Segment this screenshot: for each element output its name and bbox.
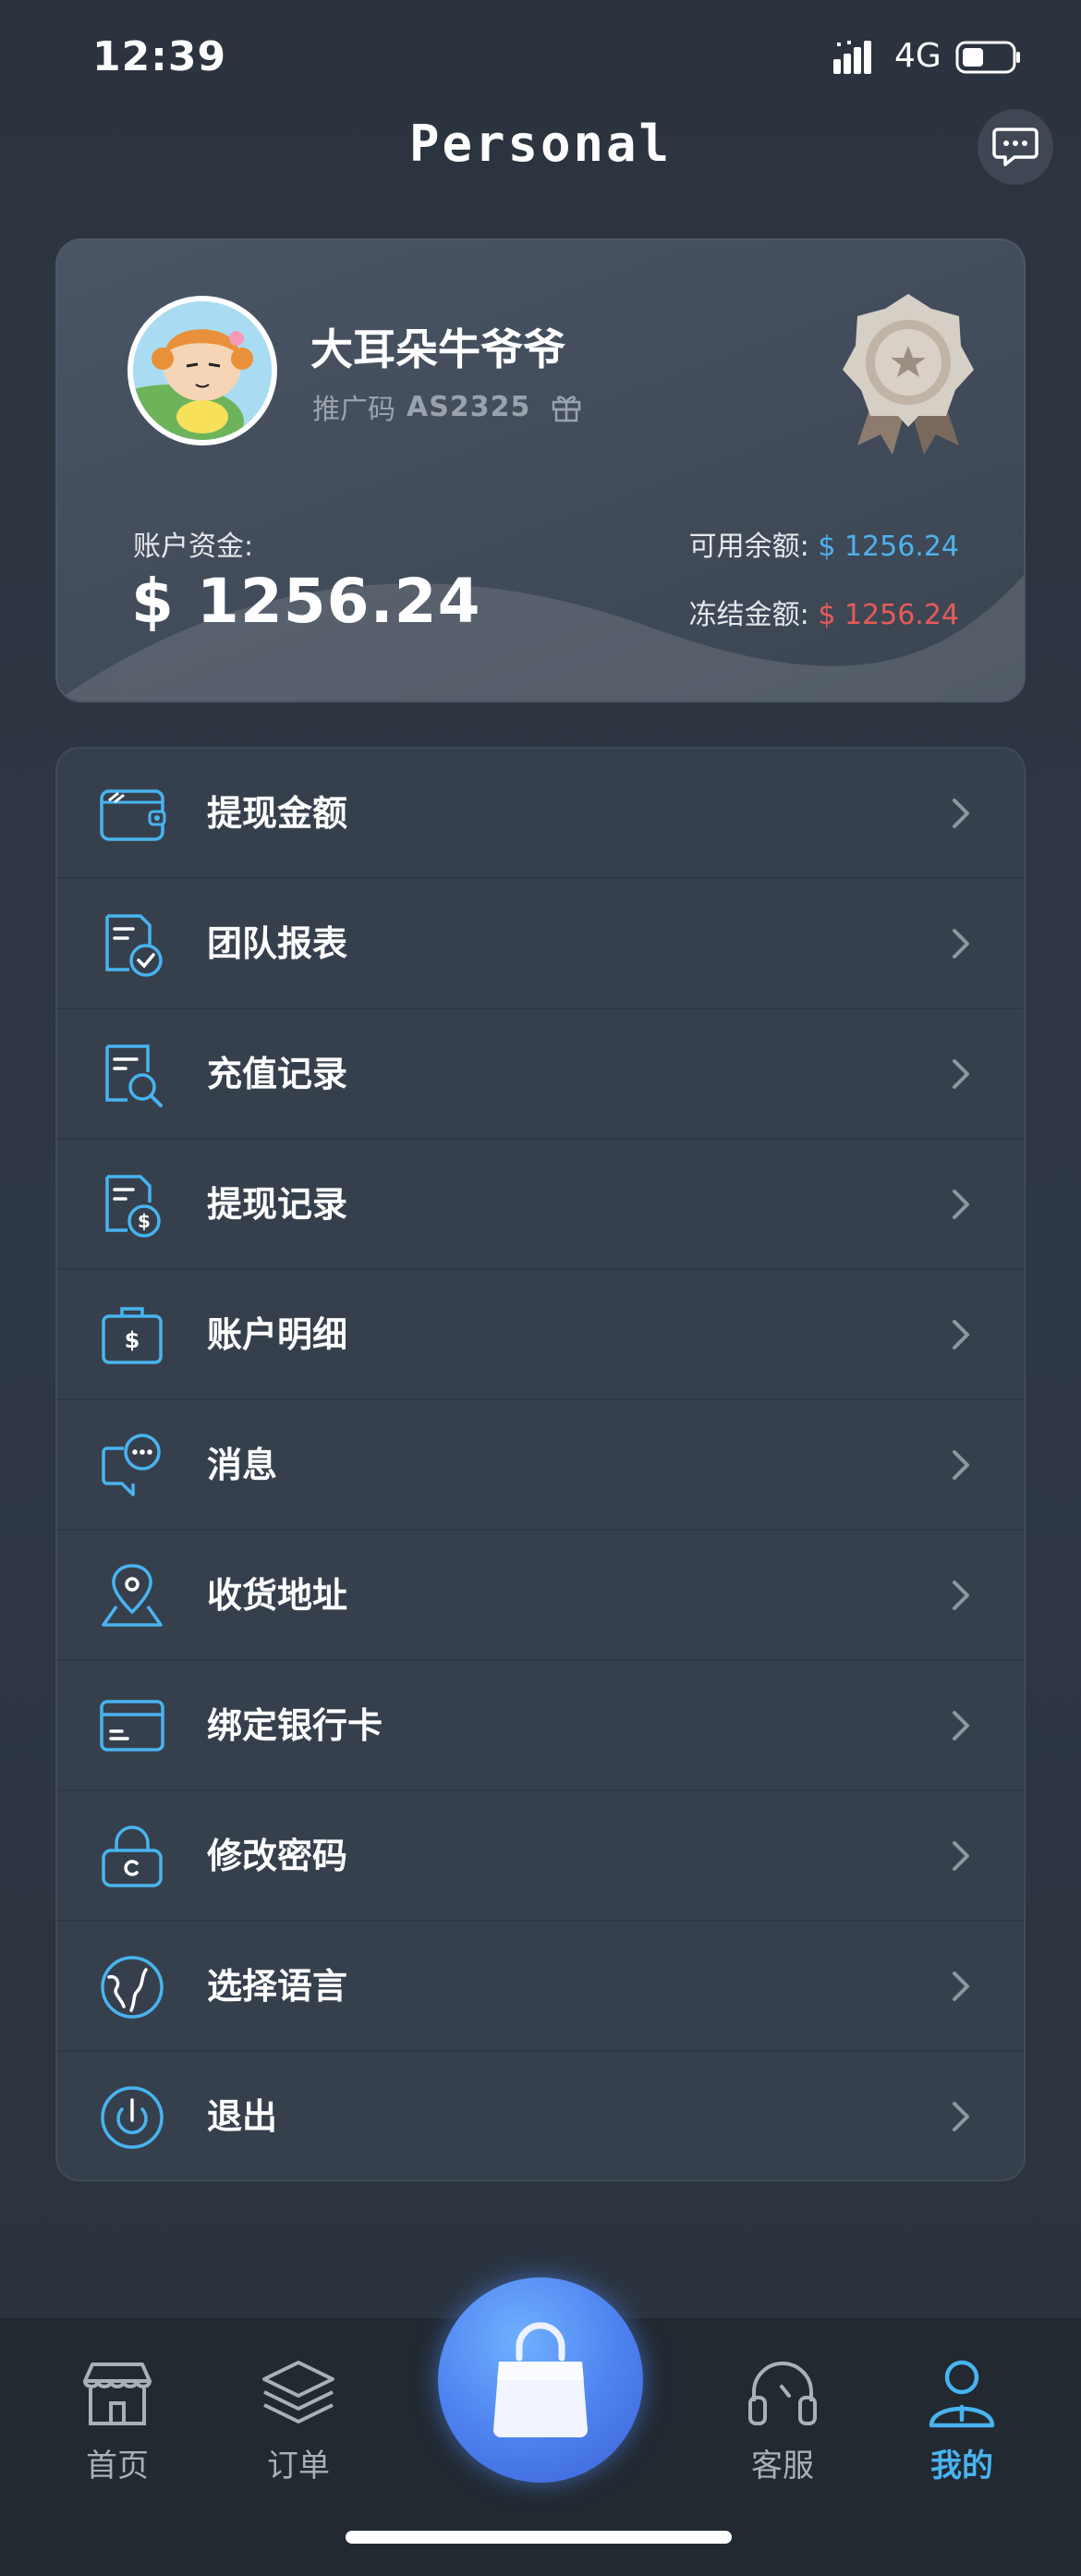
globe-icon bbox=[101, 1956, 164, 2019]
report-check-icon bbox=[105, 914, 163, 977]
bank-card-icon bbox=[100, 1700, 164, 1752]
menu-label: 选择语言 bbox=[207, 1966, 348, 2007]
promo-code-row: 推广码 AS2325 bbox=[312, 386, 582, 427]
menu-item-shipping-address[interactable]: 收货地址 bbox=[57, 1531, 1024, 1661]
frozen-balance-value: $ 1256.24 bbox=[818, 599, 959, 631]
search-record-icon bbox=[105, 1044, 163, 1107]
avatar-cartoon-image bbox=[133, 301, 272, 440]
svg-text:$: $ bbox=[138, 1210, 151, 1232]
menu-label: 提现记录 bbox=[207, 1184, 348, 1225]
personal-page: 12:39 4G Personal 大耳朵牛爷爷 推广码 AS2325 账户资金… bbox=[0, 0, 1081, 2576]
chevron-right-icon bbox=[953, 2102, 969, 2131]
gift-icon[interactable] bbox=[551, 391, 582, 422]
menu-label: 退出 bbox=[207, 2096, 278, 2137]
nav-orders-label: 订单 bbox=[267, 2448, 330, 2484]
menu-item-select-language[interactable]: 选择语言 bbox=[57, 1922, 1024, 2052]
user-name: 大耳朵牛爷爷 bbox=[310, 324, 565, 374]
nav-mine[interactable]: 我的 bbox=[902, 2355, 1022, 2485]
shopping-bag-icon bbox=[493, 2322, 588, 2437]
store-icon bbox=[83, 2362, 152, 2425]
nav-service-label: 客服 bbox=[751, 2448, 814, 2484]
status-bar: 12:39 4G bbox=[0, 0, 1081, 120]
page-title: Personal bbox=[408, 115, 673, 173]
menu-item-bind-bank-card[interactable]: 绑定银行卡 bbox=[57, 1661, 1024, 1791]
nav-orders[interactable]: 订单 bbox=[238, 2355, 358, 2485]
account-dollar-icon: $ bbox=[102, 1307, 163, 1364]
dollar-record-icon: $ bbox=[105, 1175, 161, 1238]
nav-home[interactable]: 首页 bbox=[57, 2355, 177, 2485]
battery-icon bbox=[955, 41, 1020, 74]
chat-bubble-icon bbox=[992, 128, 1038, 166]
chevron-right-icon bbox=[953, 929, 969, 958]
menu-label: 收货地址 bbox=[207, 1575, 348, 1616]
chevron-right-icon bbox=[953, 799, 969, 828]
menu-item-change-password[interactable]: 修改密码 bbox=[57, 1791, 1024, 1922]
available-balance-row: 可用余额: $ 1256.24 bbox=[689, 523, 959, 564]
menu-label: 提现金额 bbox=[207, 793, 348, 834]
frozen-balance-row: 冻结金额: $ 1256.24 bbox=[689, 592, 959, 632]
chat-button[interactable] bbox=[978, 109, 1053, 185]
chevron-right-icon bbox=[953, 1190, 969, 1219]
menu-item-withdraw-record[interactable]: $ 提现记录 bbox=[57, 1140, 1024, 1270]
signal-icon bbox=[833, 41, 871, 74]
chevron-right-icon bbox=[953, 1320, 969, 1349]
chevron-right-icon bbox=[953, 1972, 969, 2001]
menu-item-recharge-record[interactable]: 充值记录 bbox=[57, 1009, 1024, 1140]
menu-item-withdraw-amount[interactable]: 提现金额 bbox=[57, 749, 1024, 879]
promo-label: 推广码 bbox=[312, 394, 395, 426]
chevron-right-icon bbox=[953, 1059, 969, 1089]
account-funds-label: 账户资金: bbox=[133, 531, 254, 563]
chevron-right-icon bbox=[953, 1581, 969, 1610]
menu-label: 绑定银行卡 bbox=[207, 1705, 383, 1746]
menu-label: 团队报表 bbox=[207, 923, 348, 964]
svg-text:$: $ bbox=[125, 1327, 140, 1353]
nav-service[interactable]: 客服 bbox=[723, 2355, 843, 2485]
menu-item-team-report[interactable]: 团队报表 bbox=[57, 879, 1024, 1009]
promo-code[interactable]: AS2325 bbox=[407, 391, 530, 423]
available-balance-label: 可用余额: bbox=[688, 531, 809, 563]
menu-item-logout[interactable]: 退出 bbox=[57, 2052, 1024, 2179]
message-icon bbox=[102, 1434, 161, 1496]
chevron-right-icon bbox=[953, 1450, 969, 1480]
menu-item-messages[interactable]: 消息 bbox=[57, 1400, 1024, 1531]
account-funds-value: $ 1256.24 bbox=[131, 566, 481, 637]
nav-home-label: 首页 bbox=[86, 2448, 149, 2484]
menu-list: 提现金额 团队报表 充值记录 $ 提现记录 $ 账户明细 消息 收货地址 绑定银… bbox=[55, 747, 1026, 2181]
wallet-icon bbox=[100, 789, 166, 841]
status-time: 12:39 bbox=[92, 33, 227, 80]
menu-label: 修改密码 bbox=[207, 1836, 348, 1876]
menu-label: 充值记录 bbox=[207, 1054, 348, 1094]
menu-item-account-details[interactable]: $ 账户明细 bbox=[57, 1270, 1024, 1400]
available-balance-value: $ 1256.24 bbox=[818, 531, 959, 563]
nav-mine-label: 我的 bbox=[930, 2448, 993, 2484]
power-icon bbox=[101, 2086, 164, 2149]
avatar[interactable] bbox=[128, 296, 277, 446]
user-icon bbox=[929, 2360, 995, 2428]
headset-icon bbox=[748, 2362, 817, 2425]
rank-medal-icon bbox=[843, 294, 974, 455]
menu-label: 消息 bbox=[207, 1445, 278, 1485]
center-cart-button[interactable] bbox=[438, 2277, 643, 2483]
chevron-right-icon bbox=[953, 1841, 969, 1871]
network-label: 4G bbox=[894, 37, 941, 75]
chevron-right-icon bbox=[953, 1711, 969, 1740]
frozen-balance-label: 冻结金额: bbox=[688, 599, 809, 631]
lock-icon bbox=[102, 1825, 163, 1887]
home-indicator bbox=[346, 2531, 732, 2544]
menu-label: 账户明细 bbox=[207, 1314, 348, 1355]
location-icon bbox=[102, 1564, 163, 1627]
profile-card: 大耳朵牛爷爷 推广码 AS2325 账户资金: $ 1256.24 可用余额: … bbox=[55, 238, 1026, 702]
layers-icon bbox=[262, 2361, 334, 2423]
